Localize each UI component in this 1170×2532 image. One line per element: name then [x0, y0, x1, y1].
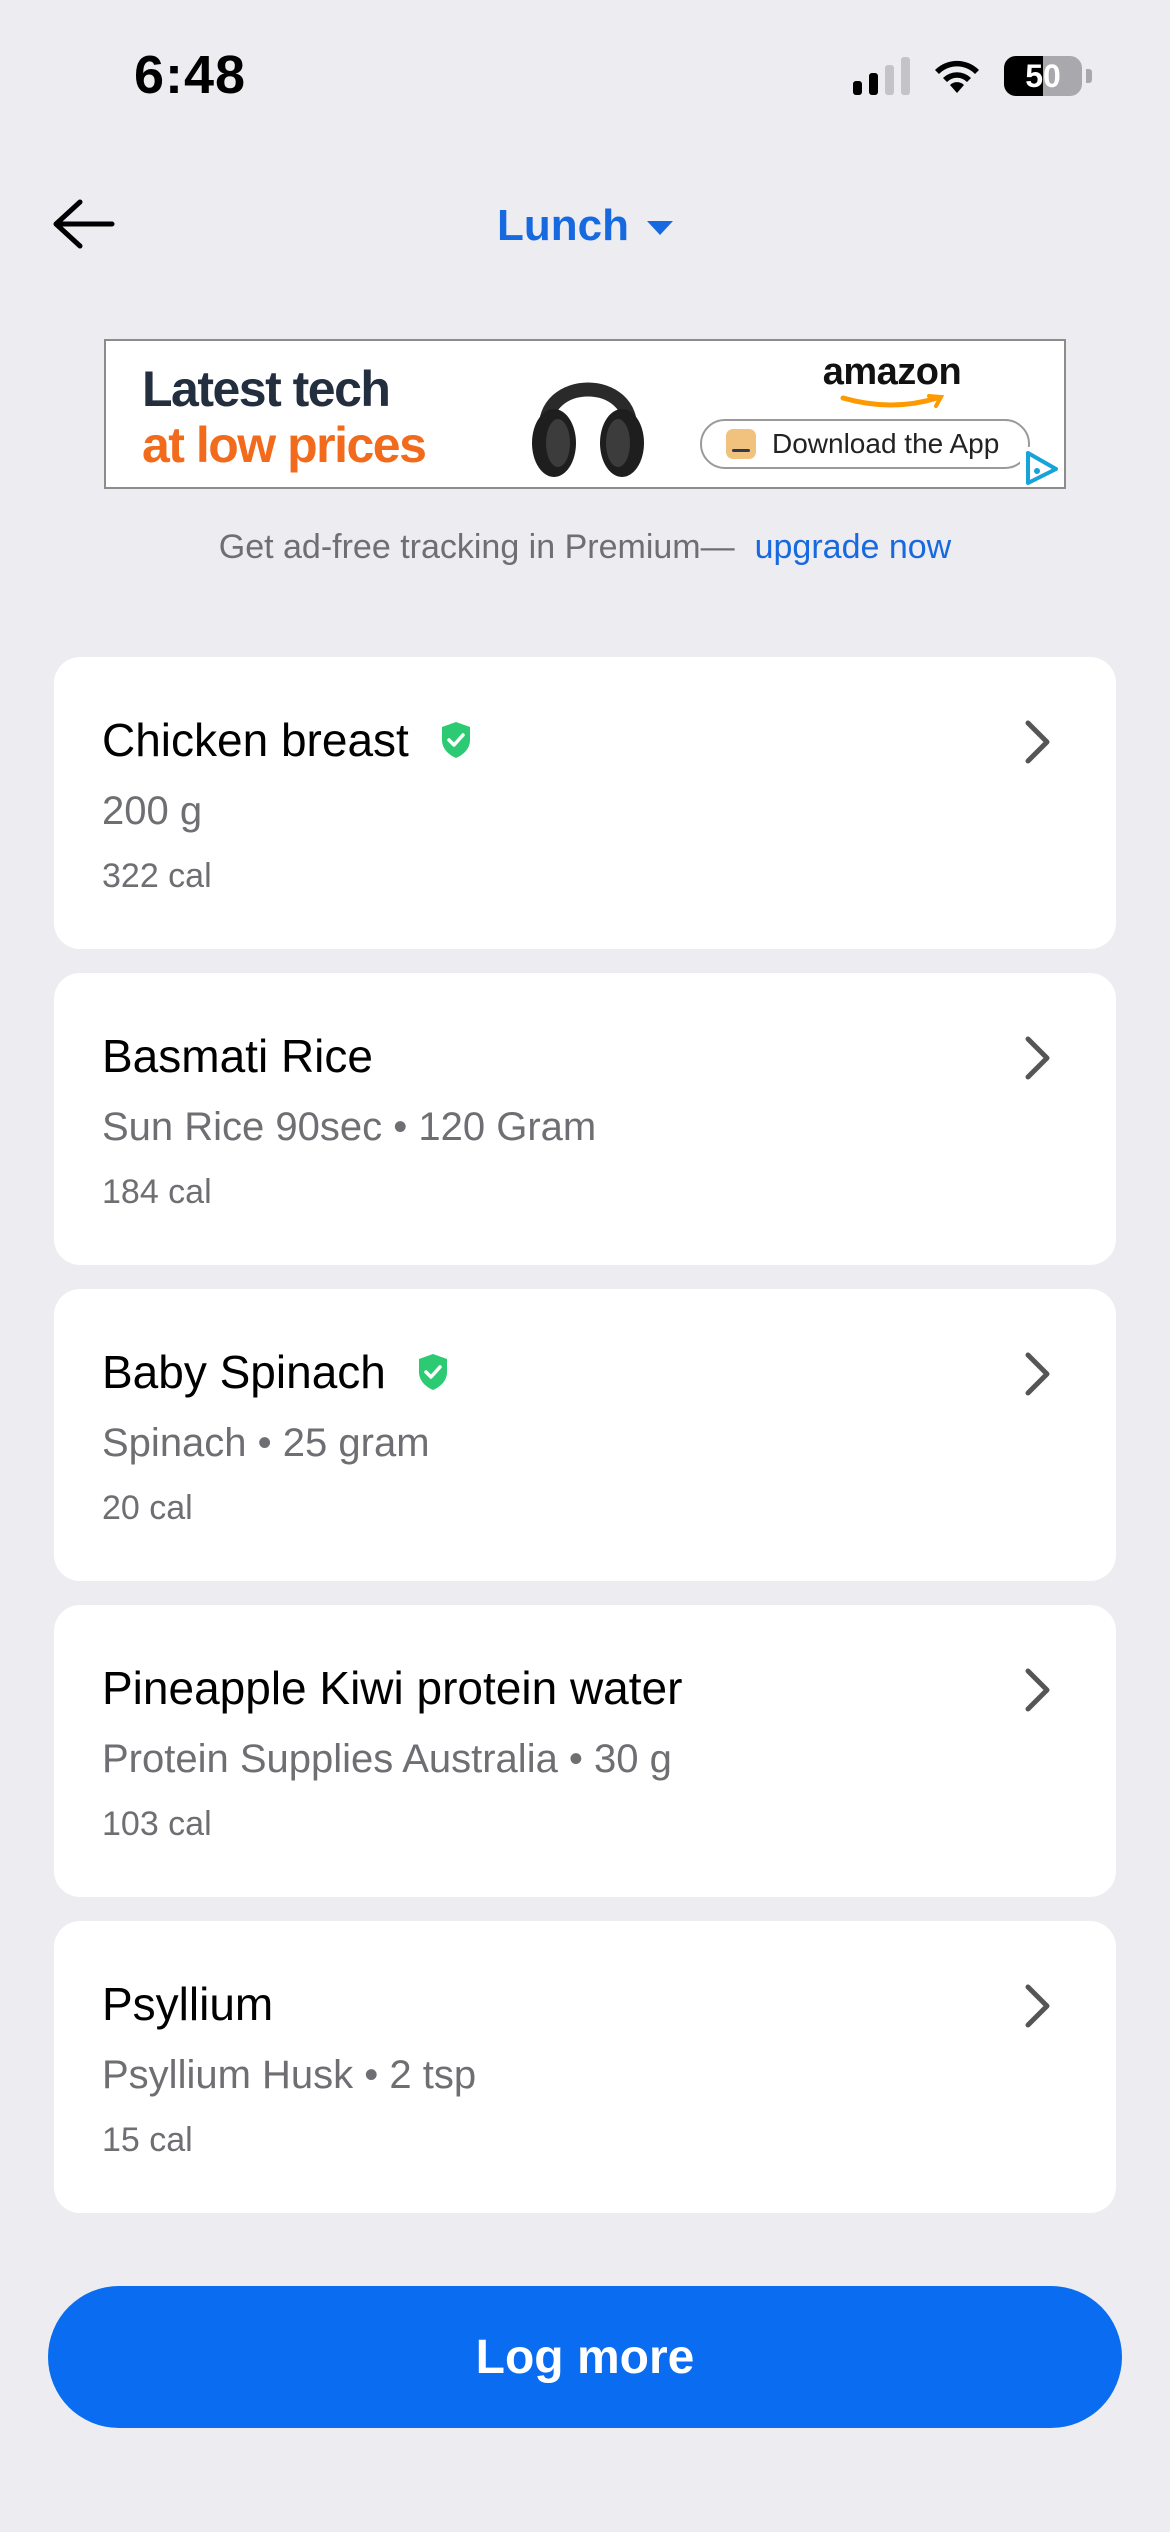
verified-shield-icon: [441, 722, 470, 758]
status-bar: 6:48 50: [0, 0, 1170, 150]
food-name-row: Chicken breast: [102, 713, 473, 767]
food-name: Basmati Rice: [102, 1030, 373, 1082]
chevron-right-icon: [1025, 1984, 1050, 2028]
ad-headline-line2: at low prices: [142, 417, 427, 473]
food-name: Chicken breast: [102, 714, 409, 766]
amazon-app-icon: [726, 429, 756, 459]
status-time: 6:48: [134, 45, 247, 105]
meal-title: Lunch: [497, 201, 629, 250]
battery-percentage: 50: [1025, 57, 1061, 94]
status-icons: 50: [853, 56, 1092, 96]
caret-down-icon: [646, 221, 673, 235]
cellular-signal-icon: [853, 57, 910, 95]
food-item-card[interactable]: Psyllium Psyllium Husk • 2 tsp 15 cal: [54, 1921, 1116, 2213]
ad-choices-icon[interactable]: [1020, 447, 1064, 487]
chevron-right-icon: [1025, 1352, 1050, 1396]
food-item-card[interactable]: Chicken breast 200 g 322 cal: [54, 657, 1116, 949]
food-item-card[interactable]: Basmati Rice Sun Rice 90sec • 120 Gram 1…: [54, 973, 1116, 1265]
food-calories: 15 cal: [102, 2121, 193, 2159]
food-name: Pineapple Kiwi protein water: [102, 1662, 683, 1714]
ad-download-app-button[interactable]: Download the App: [700, 419, 1030, 469]
headphones-image: [532, 382, 644, 477]
food-name: Psyllium: [102, 1978, 274, 2030]
food-calories: 184 cal: [102, 1173, 212, 1211]
food-name: Baby Spinach: [102, 1346, 386, 1398]
food-item-card[interactable]: Pineapple Kiwi protein water Protein Sup…: [54, 1605, 1116, 1897]
food-name-row: Baby Spinach: [102, 1345, 450, 1399]
meal-selector[interactable]: Lunch: [0, 196, 1170, 256]
log-more-button[interactable]: Log more: [48, 2286, 1122, 2428]
battery-icon: 50: [1004, 56, 1082, 96]
food-calories: 322 cal: [102, 857, 212, 895]
food-item-card[interactable]: Baby Spinach Spinach • 25 gram 20 cal: [54, 1289, 1116, 1581]
verified-shield-icon: [418, 1354, 447, 1390]
food-name-row: Basmati Rice: [102, 1029, 373, 1083]
food-list: Chicken breast 200 g 322 cal Basmati Ric…: [54, 657, 1116, 2237]
chevron-right-icon: [1025, 1668, 1050, 1712]
ad-banner[interactable]: Latest tech at low prices amazon Downloa…: [104, 339, 1066, 489]
food-detail: Sun Rice 90sec • 120 Gram: [102, 1105, 597, 1149]
food-name-row: Psyllium: [102, 1977, 273, 2031]
premium-note: Get ad-free tracking in Premium— upgrade …: [0, 528, 1170, 567]
food-detail: Spinach • 25 gram: [102, 1421, 430, 1465]
amazon-smile-icon: [840, 394, 945, 408]
ad-download-label: Download the App: [772, 428, 1000, 459]
upgrade-now-link[interactable]: upgrade now: [755, 528, 952, 566]
food-calories: 20 cal: [102, 1489, 193, 1527]
wifi-icon: [935, 60, 979, 93]
chevron-right-icon: [1025, 720, 1050, 764]
premium-note-text: Get ad-free tracking in Premium—: [218, 528, 735, 566]
food-name-row: Pineapple Kiwi protein water: [102, 1661, 682, 1715]
food-detail: Protein Supplies Australia • 30 g: [102, 1737, 672, 1781]
food-detail: 200 g: [102, 789, 203, 833]
ad-brand-logo: amazon: [792, 351, 992, 415]
ad-headline: Latest tech at low prices: [142, 361, 427, 473]
ad-headline-line1: Latest tech: [142, 361, 391, 417]
food-calories: 103 cal: [102, 1805, 212, 1843]
food-detail: Psyllium Husk • 2 tsp: [102, 2053, 477, 2097]
chevron-right-icon: [1025, 1036, 1050, 1080]
